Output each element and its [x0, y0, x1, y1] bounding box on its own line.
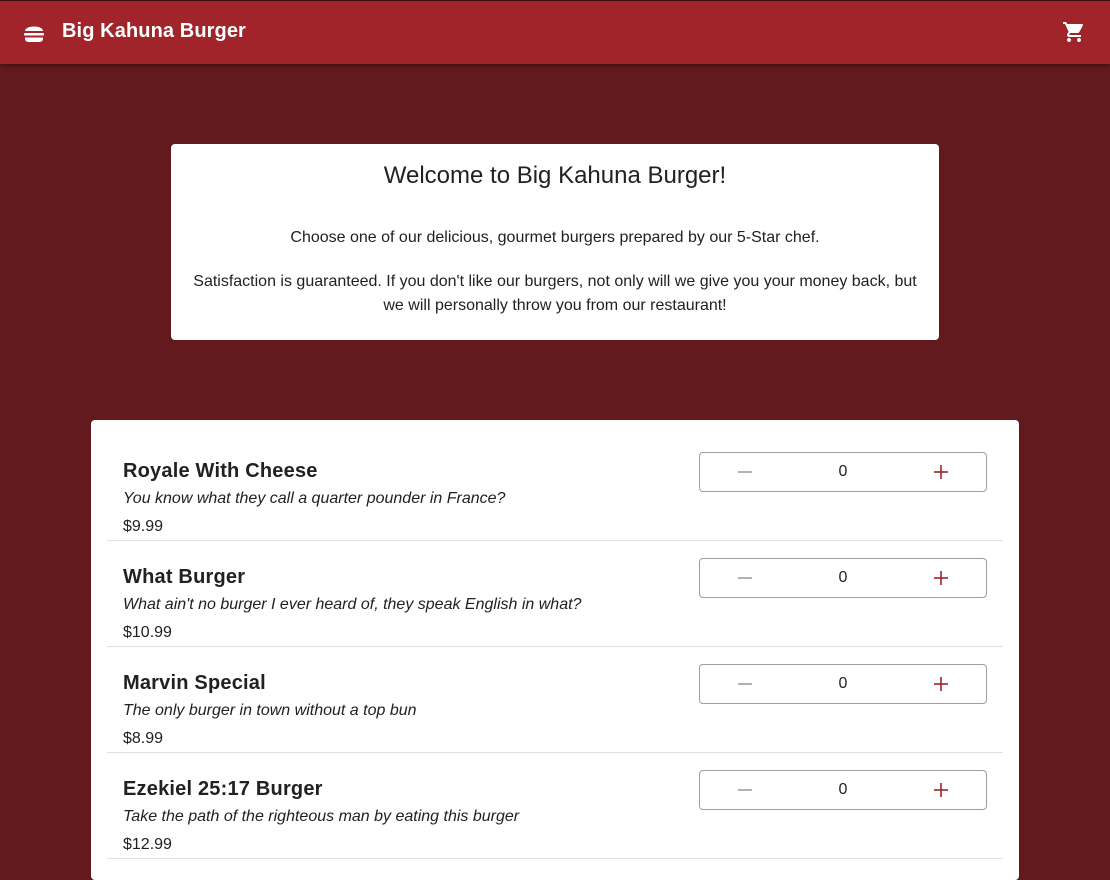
minus-icon: [738, 577, 752, 579]
item-name: What Burger: [123, 566, 246, 588]
item-name: Ezekiel 25:17 Burger: [123, 778, 323, 800]
burger-icon: [24, 26, 44, 42]
menu-item: Royale With Cheese You know what they ca…: [107, 436, 1003, 541]
item-description: You know what they call a quarter pounde…: [123, 490, 506, 507]
item-name: Royale With Cheese: [123, 460, 318, 482]
increment-button[interactable]: [896, 559, 986, 597]
decrement-button[interactable]: [700, 559, 790, 597]
quantity-stepper: 0: [699, 558, 987, 598]
item-price: $8.99: [123, 730, 164, 747]
plus-icon: [934, 465, 948, 479]
item-price: $12.99: [123, 836, 172, 853]
menu-list: Royale With Cheese You know what they ca…: [91, 420, 1019, 880]
welcome-heading: Welcome to Big Kahuna Burger!: [383, 162, 727, 189]
cart-button[interactable]: [1062, 20, 1086, 44]
shopping-cart-icon: [1063, 22, 1084, 42]
plus-icon: [934, 571, 948, 585]
item-description: The only burger in town without a top bu…: [123, 702, 417, 719]
quantity-value: 0: [838, 463, 848, 480]
app-title: Big Kahuna Burger: [62, 20, 246, 42]
item-description: What ain't no burger I ever heard of, th…: [123, 596, 582, 613]
menu-item: What Burger What ain't no burger I ever …: [107, 542, 1003, 647]
quantity-value: 0: [838, 675, 848, 692]
increment-button[interactable]: [896, 453, 986, 491]
quantity-value: 0: [838, 569, 848, 586]
minus-icon: [738, 683, 752, 685]
decrement-button[interactable]: [700, 771, 790, 809]
menu-item: Marvin Special The only burger in town w…: [107, 648, 1003, 753]
item-price: $10.99: [123, 624, 172, 641]
increment-button[interactable]: [896, 771, 986, 809]
quantity-stepper: 0: [699, 770, 987, 810]
welcome-guarantee: Satisfaction is guaranteed. If you don't…: [193, 273, 917, 314]
quantity-stepper: 0: [699, 452, 987, 492]
plus-icon: [934, 677, 948, 691]
welcome-intro: Choose one of our delicious, gourmet bur…: [290, 229, 820, 246]
menu-item: Ezekiel 25:17 Burger Take the path of th…: [107, 754, 1003, 859]
welcome-card: Welcome to Big Kahuna Burger! Choose one…: [171, 144, 939, 340]
minus-icon: [738, 789, 752, 791]
decrement-button[interactable]: [700, 453, 790, 491]
quantity-value: 0: [838, 781, 848, 798]
item-name: Marvin Special: [123, 672, 266, 694]
item-price: $9.99: [123, 518, 164, 535]
decrement-button[interactable]: [700, 665, 790, 703]
increment-button[interactable]: [896, 665, 986, 703]
minus-icon: [738, 471, 752, 473]
plus-icon: [934, 783, 948, 797]
item-description: Take the path of the righteous man by ea…: [123, 808, 520, 825]
quantity-stepper: 0: [699, 664, 987, 704]
app-bar: Big Kahuna Burger: [0, 0, 1110, 64]
